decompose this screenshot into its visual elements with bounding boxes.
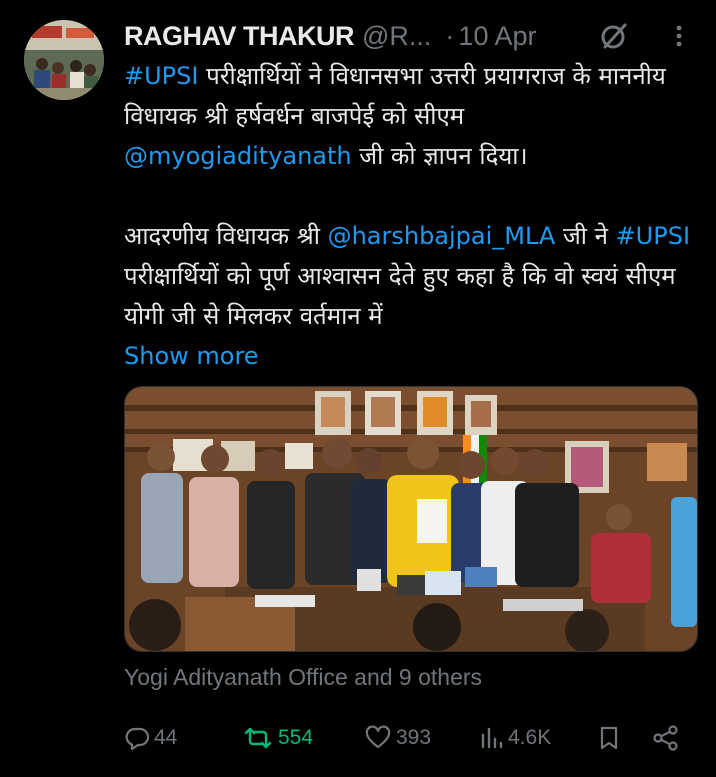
like-count: 393: [396, 726, 432, 749]
retweet-button[interactable]: 554: [242, 718, 313, 758]
tweet-photo[interactable]: [124, 386, 698, 652]
tweet-paragraph-2: आदरणीय विधायक श्री @harshbajpai_MLA जी न…: [124, 216, 699, 336]
tweet-text-segment: जी को ज्ञापन दिया।: [351, 142, 528, 170]
grok-icon[interactable]: [596, 18, 632, 54]
heart-icon: [365, 725, 391, 749]
tweet-text-segment: आदरणीय विधायक श्री: [124, 222, 328, 250]
like-button[interactable]: 393: [364, 718, 431, 758]
tweet-paragraph-1: #UPSI परीक्षार्थियों ने विधानसभा उत्तरी …: [124, 56, 699, 176]
share-icon: [653, 725, 678, 751]
retweet-icon: [244, 727, 272, 749]
retweet-count: 554: [278, 726, 314, 749]
tweet-header: RAGHAV THAKUR @R... · 10 Apr: [124, 16, 704, 56]
hashtag-upsi[interactable]: #UPSI: [124, 62, 198, 90]
photo-image: [125, 387, 697, 651]
more-options-icon[interactable]: [669, 20, 689, 52]
avatar[interactable]: [24, 20, 104, 100]
user-handle[interactable]: @R...: [362, 21, 431, 52]
tweet-actions: 44 554 393 4.6K: [124, 718, 690, 758]
tweet-date[interactable]: 10 Apr: [458, 21, 536, 52]
mention-myogiadityanath[interactable]: @myogiadityanath: [124, 142, 352, 170]
views-button[interactable]: 4.6K: [478, 718, 551, 758]
tagged-people[interactable]: Yogi Adityanath Office and 9 others: [124, 664, 482, 691]
view-count: 4.6K: [508, 726, 552, 749]
separator-dot: ·: [445, 20, 455, 51]
display-name[interactable]: RAGHAV THAKUR: [124, 21, 355, 52]
tweet-text-segment: जी ने: [555, 222, 616, 250]
tweet-text-segment: परीक्षार्थियों ने विधानसभा उत्तरी प्रयाग…: [124, 62, 666, 130]
show-more-link[interactable]: Show more: [124, 342, 259, 370]
tweet-text-segment: परीक्षार्थियों को पूर्ण आश्वासन देते हुए…: [124, 262, 676, 330]
bookmark-button[interactable]: [598, 718, 620, 758]
bookmark-icon: [600, 726, 618, 750]
reply-icon: [125, 727, 150, 751]
share-button[interactable]: [652, 718, 680, 758]
tweet-text: #UPSI परीक्षार्थियों ने विधानसभा उत्तरी …: [124, 56, 699, 376]
reply-button[interactable]: 44: [124, 718, 177, 758]
avatar-image: [24, 20, 104, 100]
views-icon: [481, 727, 503, 749]
mention-harshbajpai-mla[interactable]: @harshbajpai_MLA: [328, 222, 556, 250]
hashtag-upsi[interactable]: #UPSI: [616, 222, 690, 250]
reply-count: 44: [154, 726, 178, 749]
